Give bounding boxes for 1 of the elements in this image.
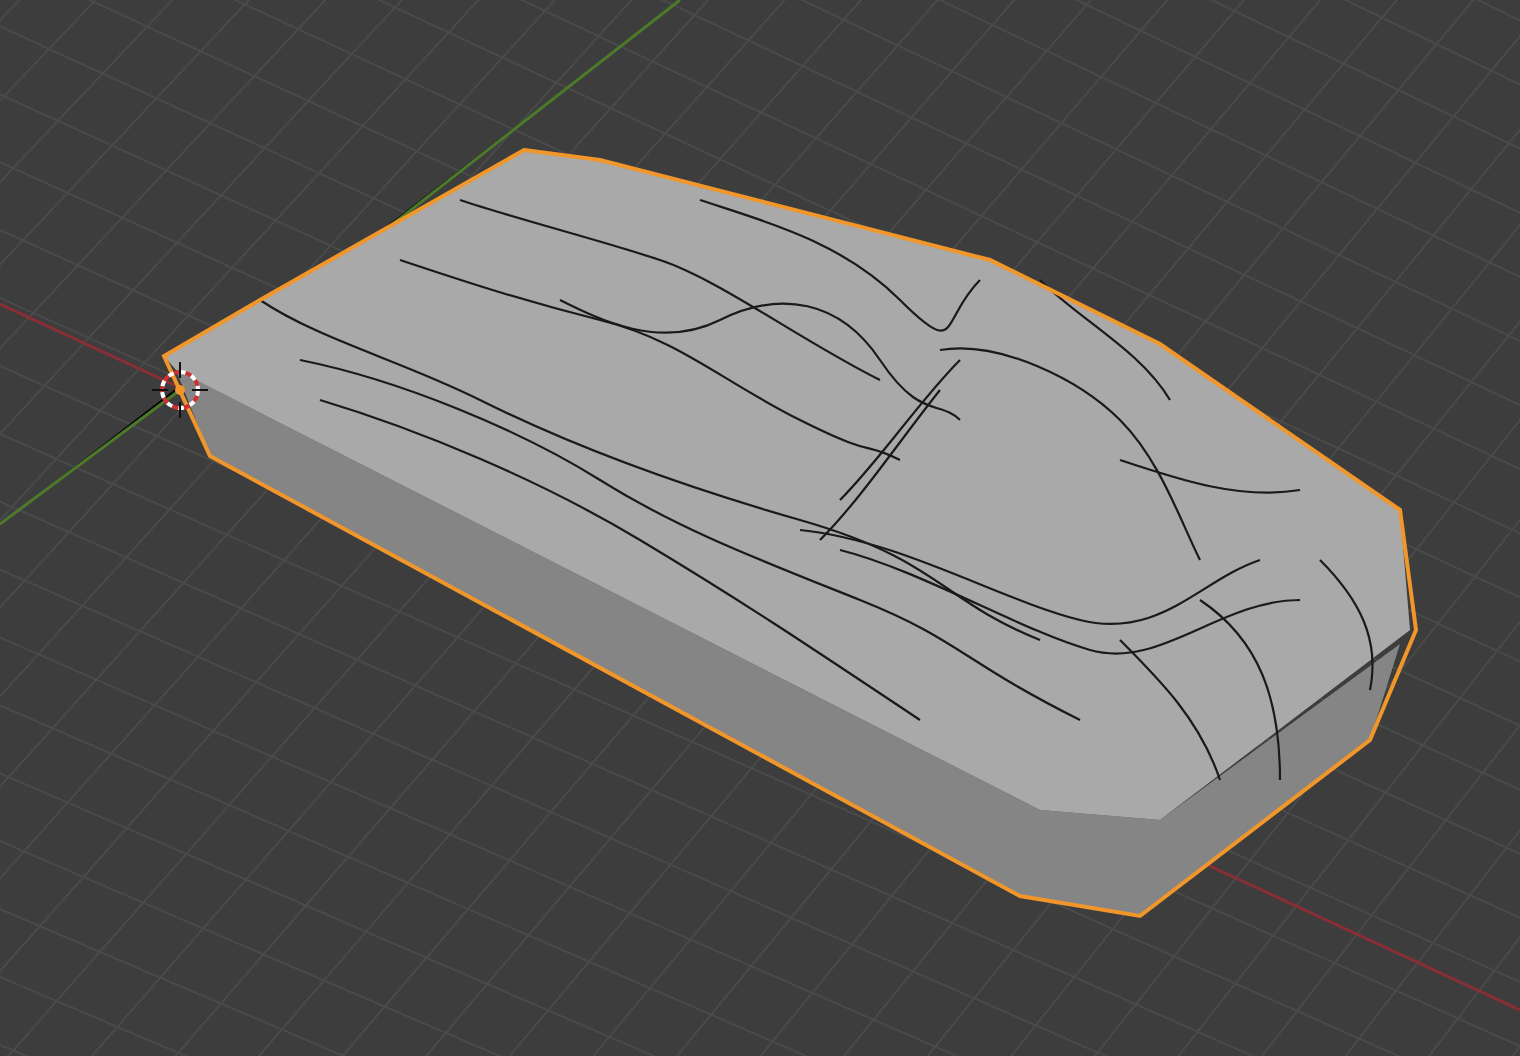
3d-cursor-icon[interactable] [151, 361, 209, 419]
